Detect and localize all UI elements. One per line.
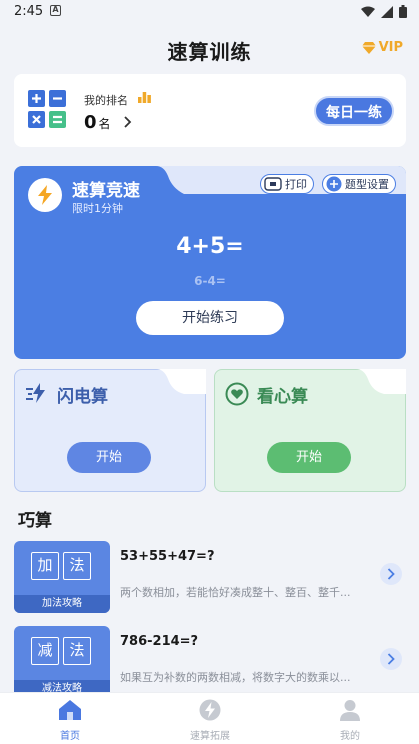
card-fold-shape bbox=[156, 369, 206, 394]
trick-char: 加 bbox=[31, 552, 59, 580]
nav-tab-expand[interactable]: 速算拓展 bbox=[170, 699, 250, 742]
home-icon bbox=[59, 700, 81, 720]
lightning-fast-icon bbox=[26, 383, 45, 403]
mental-calc-title: 看心算 bbox=[257, 387, 308, 407]
status-time: 2:45 bbox=[14, 4, 44, 19]
trick-caption: 加法攻略 bbox=[14, 595, 110, 613]
trick-thumbnail: 加 法 加法攻略 bbox=[14, 541, 110, 613]
nav-label-mine: 我的 bbox=[340, 731, 360, 742]
current-equation: 4+5= bbox=[176, 234, 244, 259]
vip-label: VIP bbox=[378, 40, 403, 55]
trick-char: 法 bbox=[63, 552, 91, 580]
vip-button[interactable]: VIP bbox=[361, 40, 403, 55]
start-practice-button[interactable]: 开始练习 bbox=[136, 301, 284, 335]
trick-equation: 786-214=? bbox=[120, 634, 199, 649]
trick-item-subtraction[interactable]: 减 法 减法攻略 786-214=? 如果互为补数的两数相减，将数字大的数乘以.… bbox=[14, 626, 406, 698]
mental-calc-card[interactable]: 看心算 开始 bbox=[214, 369, 406, 492]
chevron-right-icon[interactable] bbox=[124, 116, 132, 128]
battery-icon bbox=[399, 5, 407, 18]
rank-card: 我的排名 0名 每日一练 bbox=[14, 74, 406, 147]
notification-icon: A bbox=[50, 5, 61, 16]
trick-description: 两个数相加，若能恰好凑成整十、整百、整千... bbox=[120, 586, 351, 599]
speed-race-subtitle: 限时1分钟 bbox=[72, 202, 123, 215]
question-type-settings-button[interactable]: 题型设置 bbox=[322, 174, 396, 194]
flash-calc-card[interactable]: 闪电算 开始 bbox=[14, 369, 206, 492]
nav-tab-mine[interactable]: 我的 bbox=[310, 699, 390, 742]
print-button[interactable]: 打印 bbox=[260, 174, 314, 194]
nav-label-home: 首页 bbox=[60, 731, 80, 742]
signal-icon bbox=[381, 5, 393, 18]
flash-calc-title: 闪电算 bbox=[57, 387, 108, 407]
trick-char: 法 bbox=[63, 637, 91, 665]
rank-value: 0 bbox=[84, 112, 97, 133]
daily-practice-button[interactable]: 每日一练 bbox=[314, 96, 394, 126]
lightning-icon bbox=[28, 178, 62, 212]
flash-calc-start-button[interactable]: 开始 bbox=[67, 442, 151, 473]
speed-race-card: 速算竞速 限时1分钟 打印 题型设置 4+5= 6-4= 开始练习 bbox=[14, 166, 406, 359]
chevron-right-icon[interactable] bbox=[380, 563, 402, 585]
print-label: 打印 bbox=[285, 178, 307, 191]
bottom-nav: 首页 速算拓展 我的 bbox=[0, 692, 419, 744]
diamond-icon bbox=[361, 41, 376, 54]
rank-label: 我的排名 bbox=[84, 94, 128, 107]
trick-thumbnail: 减 法 减法攻略 bbox=[14, 626, 110, 698]
plus-circle-icon bbox=[326, 176, 342, 192]
lightning-circle-icon bbox=[199, 699, 221, 721]
nav-label-expand: 速算拓展 bbox=[190, 731, 230, 742]
mental-calc-start-button[interactable]: 开始 bbox=[267, 442, 351, 473]
trick-item-addition[interactable]: 加 法 加法攻略 53+55+47=? 两个数相加，若能恰好凑成整十、整百、整千… bbox=[14, 541, 406, 613]
speed-race-title: 速算竞速 bbox=[72, 181, 140, 201]
rank-unit: 名 bbox=[98, 117, 111, 131]
page-title: 速算训练 bbox=[167, 40, 252, 64]
printer-icon bbox=[264, 177, 282, 191]
status-bar: 2:45 A bbox=[0, 0, 419, 26]
heart-icon bbox=[225, 382, 249, 406]
settings-label: 题型设置 bbox=[345, 178, 389, 191]
card-fold-shape bbox=[356, 369, 406, 394]
wifi-icon bbox=[361, 6, 375, 17]
calculator-icon bbox=[28, 90, 66, 128]
tricks-section-title: 巧算 bbox=[18, 511, 52, 531]
user-icon bbox=[340, 700, 360, 721]
trick-description: 如果互为补数的两数相减，将数字大的数乘以... bbox=[120, 671, 351, 684]
bar-chart-icon bbox=[138, 92, 151, 103]
next-equation: 6-4= bbox=[194, 274, 226, 288]
trick-char: 减 bbox=[31, 637, 59, 665]
status-icons bbox=[361, 5, 407, 18]
nav-tab-home[interactable]: 首页 bbox=[30, 699, 110, 742]
rank-value-group[interactable]: 0名 bbox=[84, 112, 111, 133]
trick-equation: 53+55+47=? bbox=[120, 549, 215, 564]
chevron-right-icon[interactable] bbox=[380, 648, 402, 670]
